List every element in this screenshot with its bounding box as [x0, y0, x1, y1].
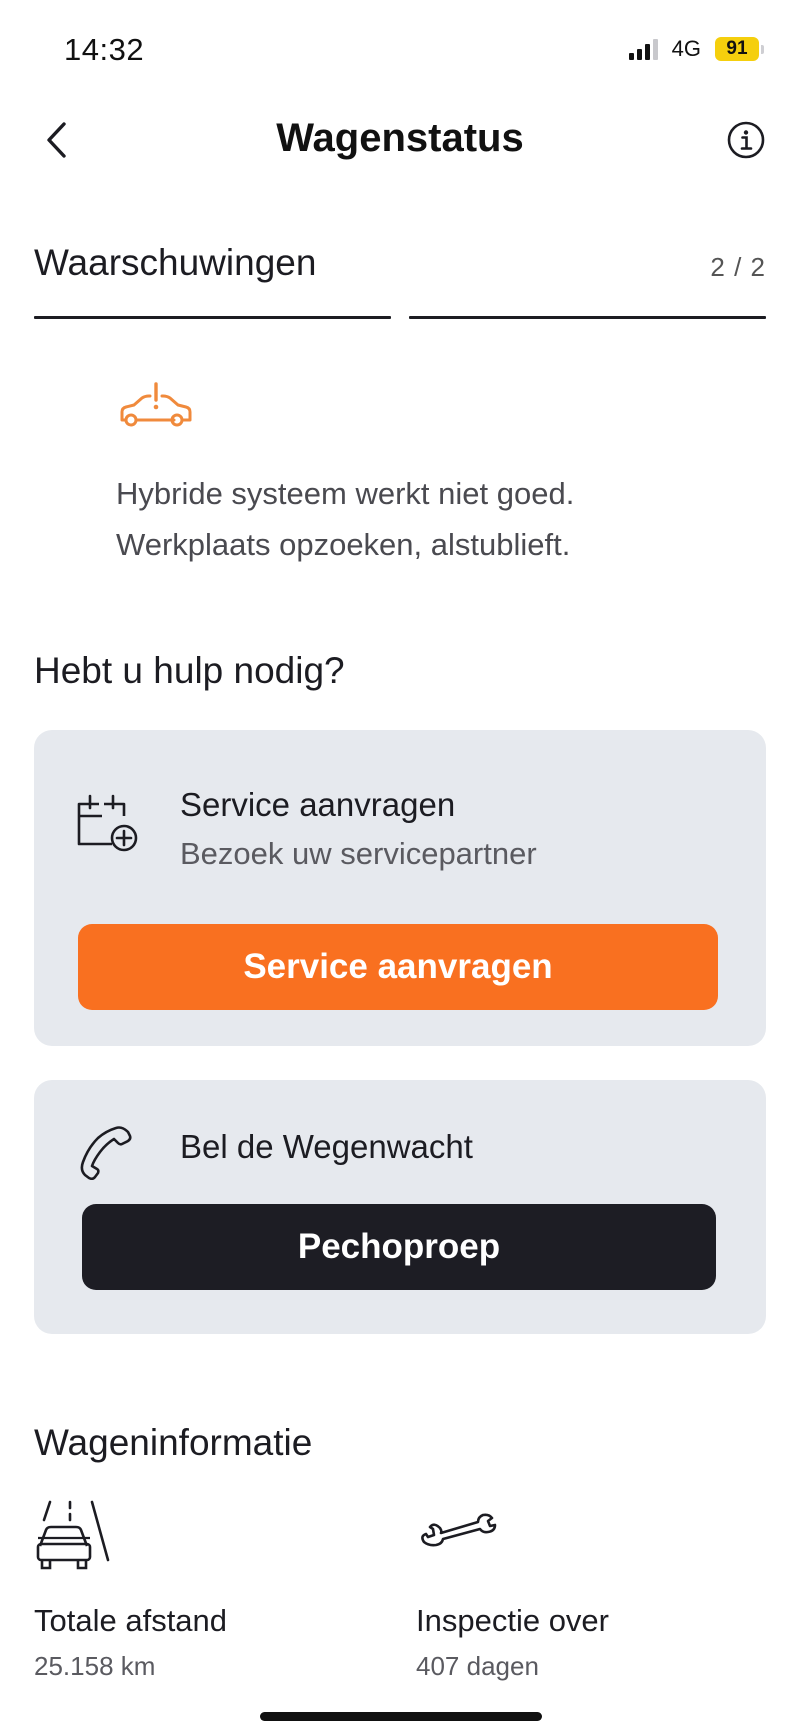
service-request-button[interactable]: Service aanvragen — [78, 924, 718, 1010]
pager-segment — [34, 316, 391, 319]
breakdown-call-button[interactable]: Pechoproep — [82, 1204, 716, 1290]
phone-icon — [80, 1126, 132, 1180]
page-title: Wagenstatus — [276, 116, 524, 160]
warnings-pager[interactable] — [34, 316, 766, 319]
total-distance-item: Totale afstand 25.158 km — [34, 1500, 394, 1682]
warnings-counter: 2 / 2 — [710, 252, 766, 282]
service-title: Service aanvragen — [180, 786, 456, 823]
network-label: 4G — [671, 36, 701, 61]
wrench-icon — [421, 1513, 497, 1547]
battery-icon: 91 — [715, 37, 764, 61]
car-road-icon — [36, 1500, 110, 1570]
roadside-card: Bel de Wegenwacht Pechoproep — [34, 1080, 766, 1334]
inspection-item: Inspectie over 407 dagen — [416, 1500, 776, 1682]
roadside-title: Bel de Wegenwacht — [180, 1128, 473, 1165]
vehicle-info-heading: Wageninformatie — [34, 1422, 313, 1463]
warning-message: Hybride systeem werkt niet goed. Werkpla… — [116, 468, 756, 570]
pager-segment — [409, 316, 766, 319]
warning-message-line: Hybride systeem werkt niet goed. — [116, 476, 575, 511]
navigation-bar: Wagenstatus — [0, 100, 800, 180]
total-distance-label: Totale afstand — [34, 1603, 228, 1638]
warnings-title: Waarschuwingen — [34, 242, 317, 283]
help-heading: Hebt u hulp nodig? — [34, 650, 345, 691]
car-warning-icon — [120, 382, 192, 427]
calendar-add-icon — [77, 794, 138, 852]
service-card: Service aanvragen Bezoek uw servicepartn… — [34, 730, 766, 1046]
info-circle-icon — [727, 121, 765, 159]
status-indicators: 4G 91 — [628, 36, 764, 62]
warning-message-line: Werkplaats opzoeken, alstublieft. — [116, 527, 571, 562]
warnings-header: Waarschuwingen 2 / 2 — [34, 236, 766, 286]
service-subtitle: Bezoek uw servicepartner — [180, 836, 537, 871]
home-indicator[interactable] — [260, 1712, 542, 1721]
signal-icon — [628, 38, 658, 60]
status-bar: 14:32 4G 91 — [0, 0, 800, 100]
status-time: 14:32 — [64, 32, 145, 67]
info-button[interactable] — [726, 120, 766, 160]
total-distance-value: 25.158 km — [34, 1651, 156, 1681]
inspection-value: 407 dagen — [416, 1651, 539, 1681]
inspection-label: Inspectie over — [416, 1603, 609, 1638]
battery-level: 91 — [715, 37, 759, 61]
